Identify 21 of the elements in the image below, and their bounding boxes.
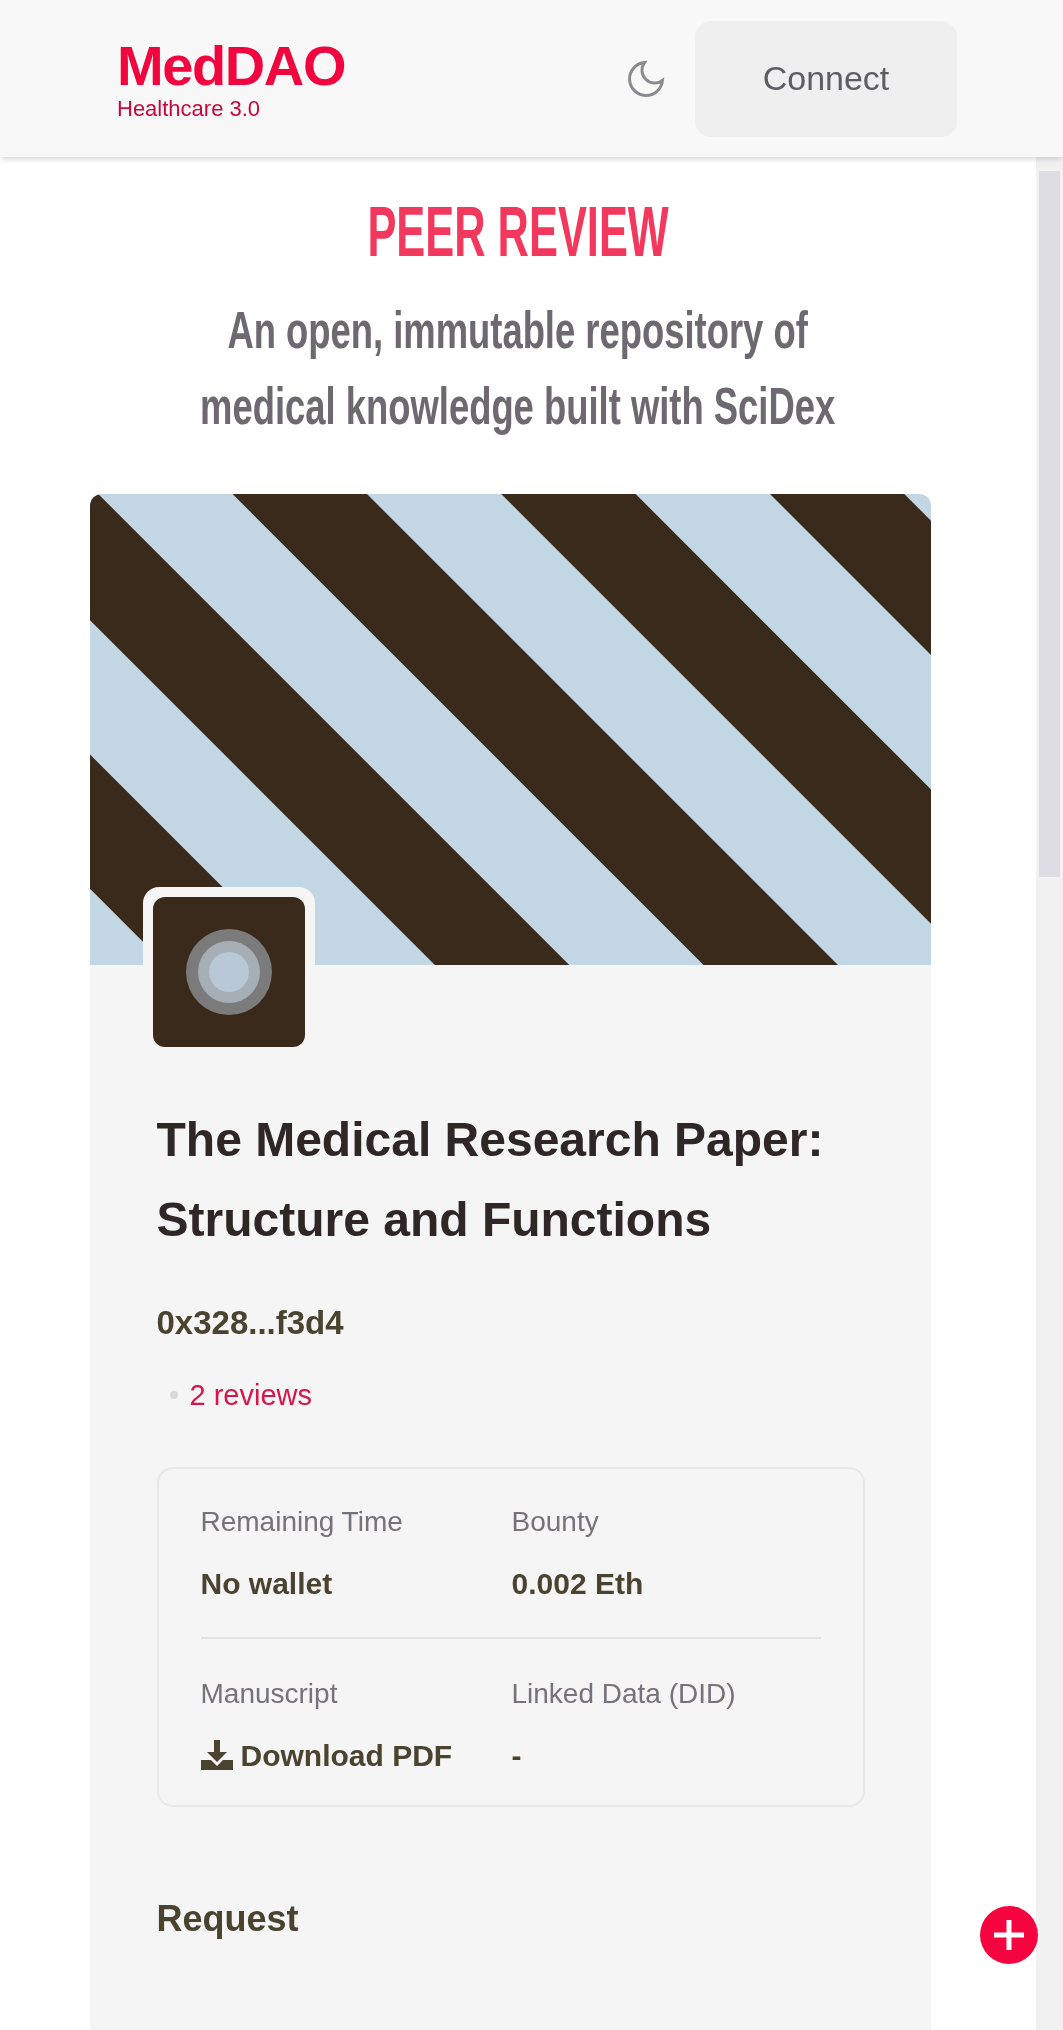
connect-button[interactable]: Connect: [695, 20, 957, 137]
detail-label: Bounty: [511, 1505, 600, 1539]
download-icon: [200, 1740, 233, 1770]
page-title: PEER REVIEW: [367, 197, 669, 267]
page-subtitle: An open, immutable repository of: [227, 300, 809, 361]
paper-title: Structure and Functions: [156, 1192, 713, 1248]
plus-icon: [991, 1917, 1027, 1953]
detail-value: No wallet: [200, 1565, 333, 1602]
author-address[interactable]: 0x328...f3d4: [156, 1298, 864, 1348]
page-subtitle: medical knowledge built with SciDex: [200, 376, 836, 437]
detail-value: 0.002 Eth: [511, 1565, 644, 1602]
paper-title: The Medical Research Paper:: [156, 1112, 825, 1168]
detail-label: Remaining Time: [200, 1505, 404, 1539]
logo[interactable]: MedDAO Healthcare 3.0: [117, 37, 346, 120]
reviews-link[interactable]: 2 reviews: [189, 1373, 312, 1417]
add-button[interactable]: [980, 1906, 1038, 1964]
section-heading: Request: [156, 1897, 300, 1941]
detail-label: Manuscript: [200, 1677, 339, 1711]
download-link[interactable]: Download PDF: [200, 1732, 453, 1778]
detail-value: -: [511, 1737, 522, 1774]
detail-label: Linked Data (DID): [511, 1677, 737, 1711]
